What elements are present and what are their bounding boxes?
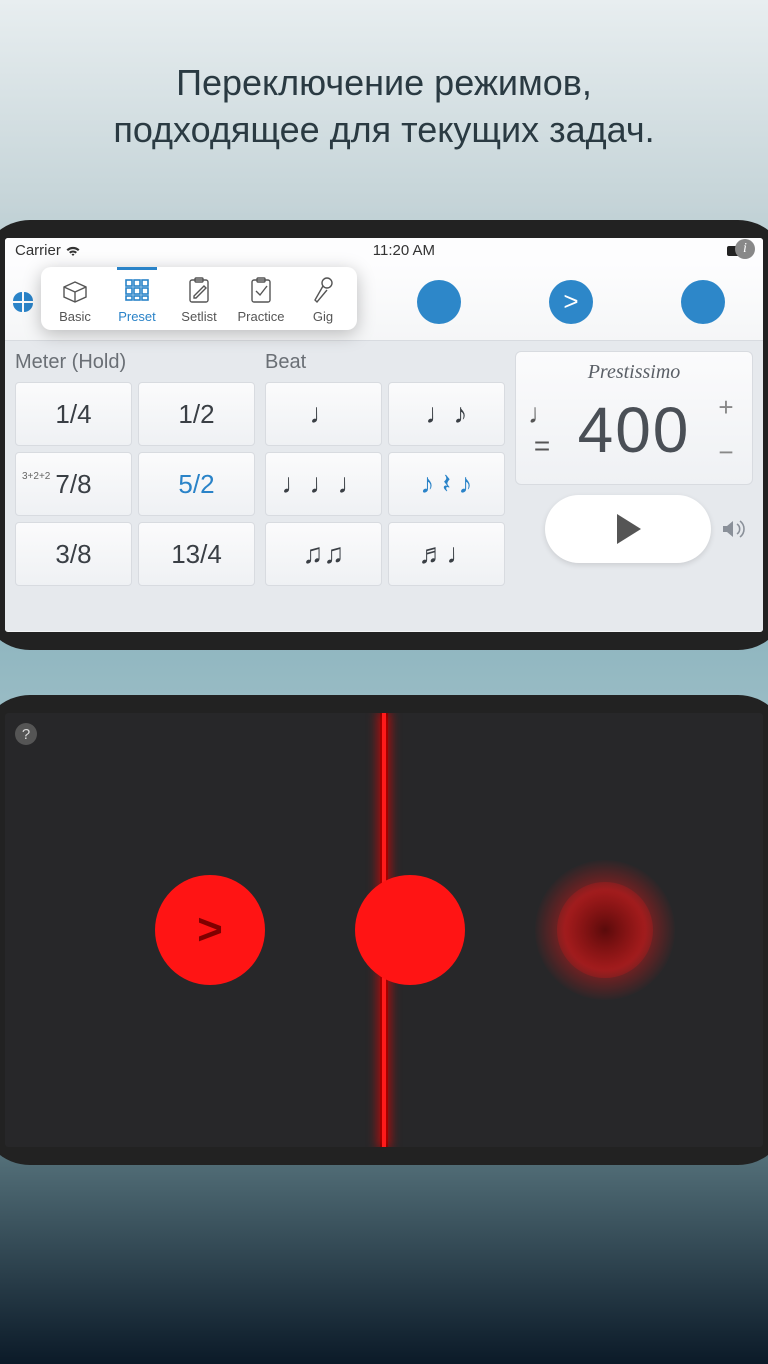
promo-title: Переключение режимов, подходящее для тек… <box>0 0 768 154</box>
promo-title-line1: Переключение режимов, <box>0 60 768 107</box>
mode-item-preset[interactable]: Preset <box>109 275 165 324</box>
beat-column-label: Beat <box>265 351 505 374</box>
beat-glyph: ♬♩ <box>419 540 475 568</box>
phone-frame-light: Carrier 11:20 AM i Basic <box>0 220 768 650</box>
modes-popover: Basic Preset Setlist <box>41 267 357 330</box>
meter-value: 5/2 <box>178 469 214 500</box>
tempo-minus-button[interactable]: − <box>718 437 733 468</box>
grid-icon <box>123 275 151 305</box>
beat-cell[interactable]: ♫♫ <box>265 522 382 586</box>
tempo-note-icon: ♩ = <box>524 398 560 462</box>
beat-cell[interactable]: ♬♩ <box>388 522 505 586</box>
mode-label: Preset <box>118 309 156 324</box>
play-icon <box>613 512 643 546</box>
beat-cell-active[interactable]: ♪ 𝄽 ♪ <box>388 452 505 516</box>
meter-value: 1/2 <box>178 399 214 430</box>
accent-glyph: > <box>563 286 578 317</box>
mode-item-practice[interactable]: Practice <box>233 275 289 324</box>
meter-cell[interactable]: 13/4 <box>138 522 255 586</box>
meter-column: Meter (Hold) 1/4 1/2 3+2+2 7/8 5/2 3/8 13… <box>15 351 255 617</box>
modes-menu-button[interactable] <box>13 292 33 312</box>
beat-glyph: ♩ <box>310 400 338 428</box>
beat-cell[interactable]: ♩♪ <box>388 382 505 446</box>
play-button[interactable] <box>545 495 711 563</box>
beat-glyph: ♩♩♩ <box>282 470 366 498</box>
top-toolbar: i Basic Preset <box>5 263 763 341</box>
beat-indicator-accent[interactable]: > <box>549 280 593 324</box>
wifi-icon <box>65 245 81 257</box>
beat-indicator[interactable] <box>417 280 461 324</box>
box-icon <box>60 275 90 305</box>
info-icon[interactable]: i <box>735 239 755 259</box>
tempo-plus-button[interactable]: + <box>718 392 733 423</box>
status-bar-left: Carrier <box>15 242 81 259</box>
meter-value: 13/4 <box>171 539 222 570</box>
tempo-name: Prestissimo <box>524 361 744 384</box>
mode-item-basic[interactable]: Basic <box>47 275 103 324</box>
clipboard-check-icon <box>248 275 274 305</box>
beat-glyph: ♪ 𝄽 ♪ <box>420 470 472 498</box>
beat-cell[interactable]: ♩ <box>265 382 382 446</box>
meter-cell[interactable]: 3+2+2 7/8 <box>15 452 132 516</box>
status-time: 11:20 AM <box>373 242 435 259</box>
meter-value: 1/4 <box>55 399 91 430</box>
beat-indicator[interactable] <box>681 280 725 324</box>
status-bar: Carrier 11:20 AM <box>5 238 763 263</box>
phone-screen-dark: ? <box>5 713 763 1147</box>
mode-label: Basic <box>59 309 91 324</box>
tempo-value: 400 <box>560 393 708 467</box>
meter-cell[interactable]: 3/8 <box>15 522 132 586</box>
tempo-plus-minus: + − <box>708 392 744 468</box>
meter-column-label: Meter (Hold) <box>15 351 255 374</box>
mode-item-gig[interactable]: Gig <box>295 275 351 324</box>
promo-title-line2: подходящее для текущих задач. <box>0 107 768 154</box>
beat-glyph: ♩♪ <box>426 400 468 428</box>
meter-cell[interactable]: 1/2 <box>138 382 255 446</box>
clipboard-edit-icon <box>186 275 212 305</box>
visualizer-field[interactable] <box>5 713 763 1147</box>
main-controls: Meter (Hold) 1/4 1/2 3+2+2 7/8 5/2 3/8 13… <box>5 341 763 631</box>
mode-label: Gig <box>313 309 333 324</box>
play-row <box>515 495 753 563</box>
beat-column: Beat ♩ ♩♪ ♩♩♩ ♪ 𝄽 ♪ ♫♫ ♬♩ <box>265 351 505 617</box>
visualizer-beat-echo <box>535 860 675 1000</box>
phone-frame-dark: ? <box>0 695 768 1165</box>
meter-value: 7/8 <box>55 469 91 500</box>
mode-item-setlist[interactable]: Setlist <box>171 275 227 324</box>
carrier-label: Carrier <box>15 242 61 259</box>
meter-cell-active[interactable]: 5/2 <box>138 452 255 516</box>
beat-cell[interactable]: ♩♩♩ <box>265 452 382 516</box>
mode-label: Practice <box>238 309 285 324</box>
meter-value: 3/8 <box>55 539 91 570</box>
help-icon[interactable]: ? <box>15 723 37 745</box>
phone-screen-light: Carrier 11:20 AM i Basic <box>5 238 763 632</box>
tempo-box[interactable]: Prestissimo ♩ = 400 + − <box>515 351 753 485</box>
visualizer-beat-accent <box>155 875 265 985</box>
mode-label: Setlist <box>181 309 216 324</box>
beat-indicator-strip: > <box>417 280 725 324</box>
beat-glyph: ♫♫ <box>303 540 345 568</box>
microphone-icon <box>311 275 335 305</box>
meter-prefix: 3+2+2 <box>22 471 50 482</box>
meter-cell[interactable]: 1/4 <box>15 382 132 446</box>
tempo-column: Prestissimo ♩ = 400 + − <box>515 351 753 617</box>
volume-icon[interactable] <box>721 518 753 540</box>
visualizer-beat <box>355 875 465 985</box>
